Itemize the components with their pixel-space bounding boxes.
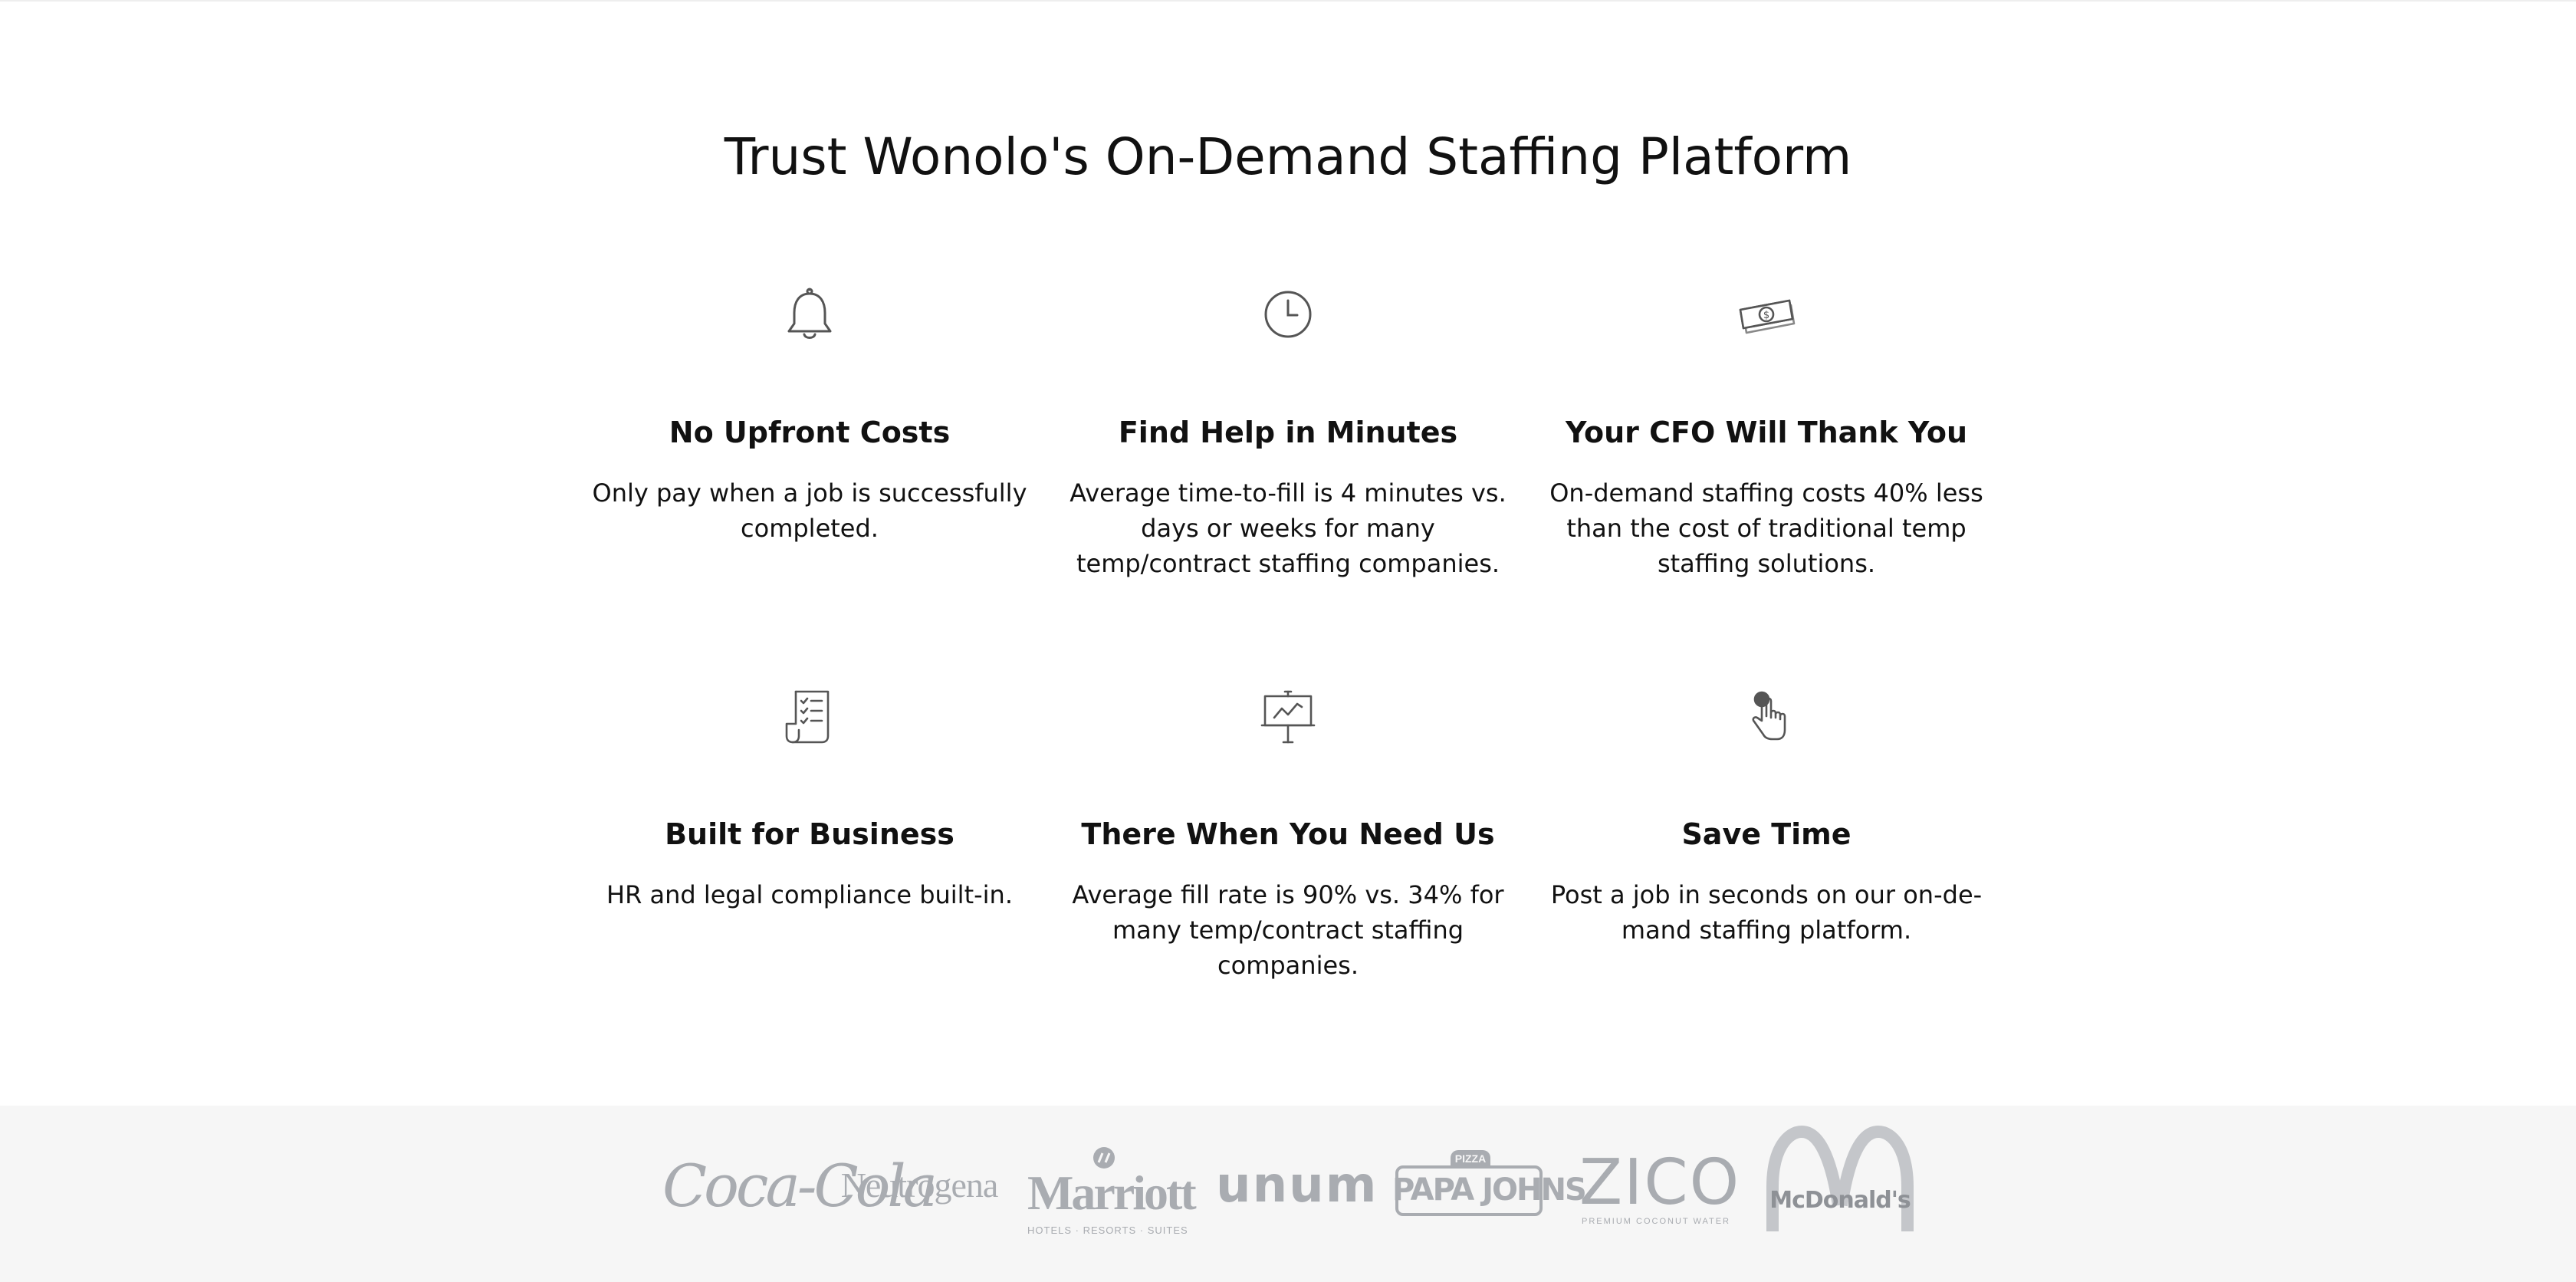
zico-logo: ZICO PREMIUM COCONUT WATER [1579,1146,1741,1233]
money-icon: $ [1736,284,1797,345]
papa-johns-logo: PIZZA PAPA JOHNS [1392,1150,1587,1222]
feature-description: Average fill rate is 90% vs. 34% for man… [1072,880,1504,980]
presentation-board-icon [1257,685,1319,747]
feature-description: Post a job in seconds on our on-de-mand … [1550,880,1983,945]
marriott-logo: Marriott HOTELS · RESORTS · SUITES [1027,1146,1197,1253]
top-divider [0,0,2576,2]
feature-description: HR and legal compliance built-in. [606,880,1013,909]
feature-title: Save Time [1681,817,1852,851]
clock-icon [1257,284,1319,345]
zico-tagline: PREMIUM COCONUT WATER [1582,1217,1730,1226]
feature-title: Built for Business [665,817,955,851]
zico-wordmark: ZICO [1579,1146,1741,1219]
marriott-tagline: HOTELS · RESORTS · SUITES [1027,1224,1188,1236]
feature-title: There When You Need Us [1081,817,1495,851]
feature-description: On-demand staffing costs 40% less than t… [1549,478,1983,578]
mcdonalds-logo: McDonald's [1763,1126,1917,1233]
svg-text:$: $ [1763,310,1769,321]
feature-description: Average time-to-fill is 4 minutes vs. da… [1070,478,1506,578]
page: Trust Wonolo's On-Demand Staffing Platfo… [0,0,2576,1282]
papa-johns-top-label: PIZZA [1451,1150,1490,1167]
feature-title: No Upfront Costs [669,416,951,449]
neutrogena-logo: Neutrogena [840,1165,999,1205]
feature-title: Find Help in Minutes [1118,416,1458,449]
bell-icon [779,284,840,345]
client-logo-band: Coca-Cola Neutrogena Marriott HOTELS · R… [0,1106,2576,1282]
checklist-icon [779,685,840,747]
tap-hand-icon [1736,685,1797,747]
section-heading: Trust Wonolo's On-Demand Staffing Platfo… [724,127,1852,186]
coca-cola-logo: Coca-Cola [662,1152,938,1220]
unum-logo: unum [1216,1157,1378,1214]
mcdonalds-wordmark: McDonald's [1769,1187,1911,1214]
golden-arches-icon [1766,1126,1914,1231]
marriott-wordmark: Marriott [1027,1165,1197,1220]
papa-johns-wordmark: PAPA JOHNS [1392,1172,1587,1208]
feature-title: Your CFO Will Thank You [1565,416,1968,449]
feature-description: Only pay when a job is successfully comp… [592,478,1027,543]
